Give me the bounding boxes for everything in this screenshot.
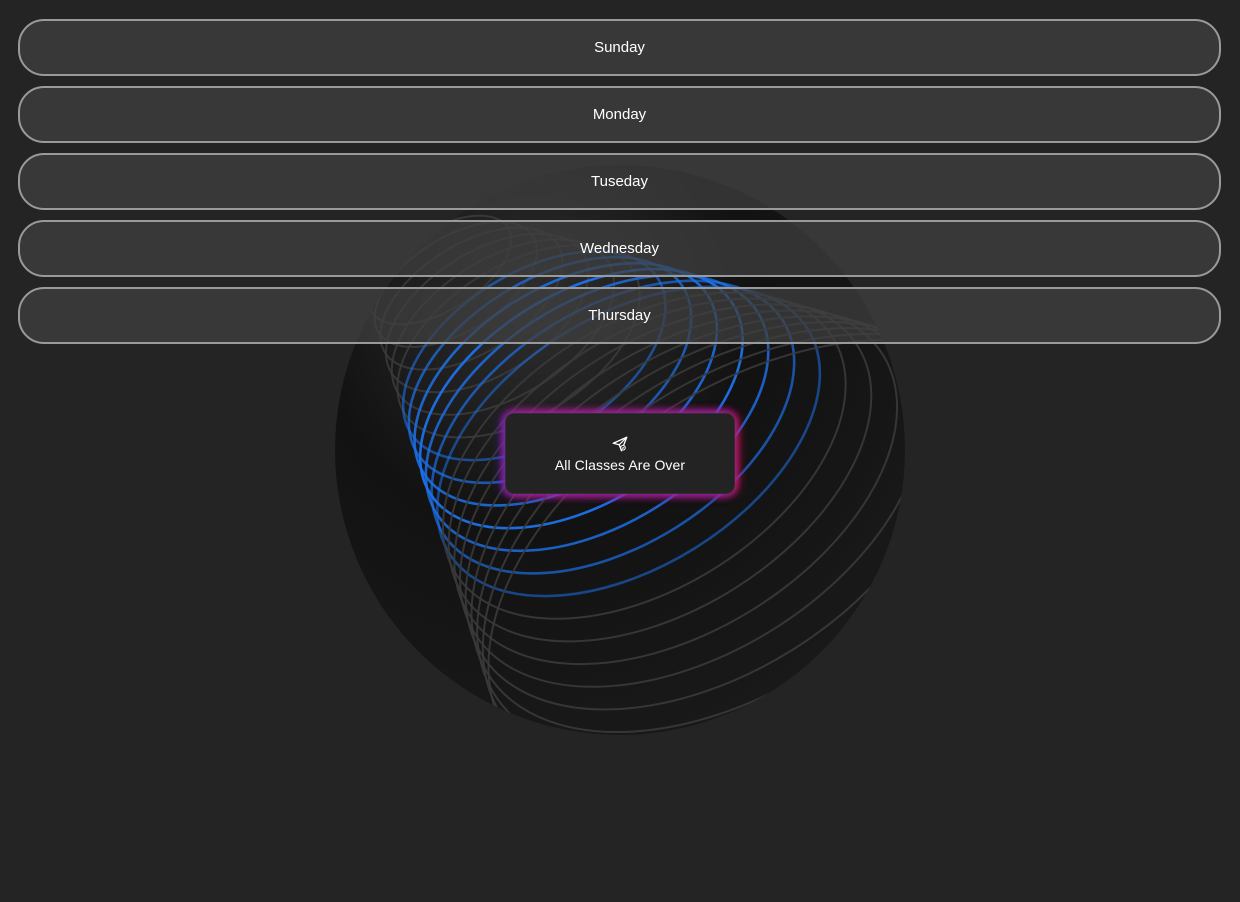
day-button-monday[interactable]: Monday	[18, 86, 1221, 143]
day-label: Tuseday	[591, 173, 648, 190]
day-label: Monday	[592, 106, 647, 123]
day-label: Sunday	[594, 39, 645, 56]
day-button-tuesday[interactable]: Tuseday	[18, 153, 1221, 210]
day-label: Thursday	[588, 307, 651, 324]
status-card: All Classes Are Over	[505, 413, 735, 494]
day-button-wednesday[interactable]: Wednesday	[18, 220, 1221, 277]
paper-plane-icon	[612, 436, 628, 451]
day-list: Sunday Monday Tuseday Wednesday Thursday	[18, 19, 1221, 354]
day-label: Wednesday	[580, 240, 659, 257]
day-button-sunday[interactable]: Sunday	[18, 19, 1221, 76]
day-button-thursday[interactable]: Thursday	[18, 287, 1221, 344]
page: Sunday Monday Tuseday Wednesday Thursday…	[0, 0, 1240, 902]
status-text: All Classes Are Over	[554, 456, 686, 473]
